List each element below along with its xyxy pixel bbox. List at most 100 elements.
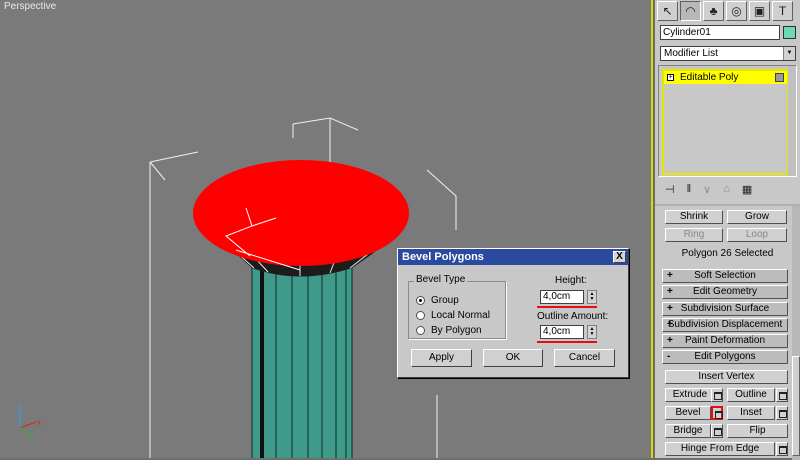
create-icon[interactable]: ↖ <box>657 1 678 21</box>
expand-icon: + <box>667 319 673 330</box>
modifier-list-label: Modifier List <box>664 48 718 59</box>
stack-item-editable-poly[interactable]: + Editable Poly <box>664 71 787 84</box>
modifier-list-dropdown[interactable]: Modifier List ▼ <box>660 46 796 61</box>
bevel-button[interactable]: Bevel <box>665 406 711 420</box>
flip-button[interactable]: Flip <box>727 424 788 438</box>
svg-text:z: z <box>17 402 21 411</box>
ok-button[interactable]: OK <box>483 349 543 367</box>
scrollbar-thumb[interactable] <box>792 356 800 456</box>
svg-text:x: x <box>37 418 41 427</box>
toggle-icon[interactable] <box>775 73 784 82</box>
hinge-from-edge-button[interactable]: Hinge From Edge <box>665 442 775 456</box>
radio-group-label: Group <box>431 295 459 306</box>
outline-button[interactable]: Outline <box>727 388 775 402</box>
svg-text:y: y <box>30 433 34 442</box>
command-panel: ↖ ◠ ♣ ◎ ▣ T Cylinder01 Modifier List ▼ +… <box>655 0 800 460</box>
outline-amount-label: Outline Amount: <box>537 311 609 322</box>
radio-local-normal[interactable]: Local Normal <box>416 310 490 321</box>
stack-toolbar: ⊣ ǁ ∨ ⌂ ▦ <box>655 178 800 200</box>
expand-icon: + <box>667 286 673 297</box>
rollout-edit-polygons[interactable]: - Edit Polygons <box>662 350 788 364</box>
display-icon[interactable]: ▣ <box>749 1 770 21</box>
rollout-edit-geometry[interactable]: + Edit Geometry <box>662 285 788 299</box>
shrink-button[interactable]: Shrink <box>665 210 723 224</box>
rollout-paint-deformation[interactable]: + Paint Deformation <box>662 334 788 348</box>
rollout-label: Edit Polygons <box>694 351 756 362</box>
scene-3d: z x y <box>17 117 457 458</box>
outline-underline <box>537 341 597 343</box>
cancel-button[interactable]: Cancel <box>554 349 615 367</box>
radio-local-normal-label: Local Normal <box>431 310 490 321</box>
ring-button[interactable]: Ring <box>665 228 723 242</box>
expand-icon: + <box>667 303 673 314</box>
rollout-label: Subdivision Surface <box>680 303 770 314</box>
radio-by-polygon-label: By Polygon <box>431 325 482 336</box>
collapse-icon: - <box>667 351 671 362</box>
radio-by-polygon[interactable]: By Polygon <box>416 325 482 336</box>
grow-button[interactable]: Grow <box>727 210 787 224</box>
expand-icon: + <box>667 270 673 281</box>
command-panel-tabs: ↖ ◠ ♣ ◎ ▣ T <box>655 0 800 22</box>
outline-amount-spinner[interactable]: 4,0cm ▲ ▼ <box>540 325 597 339</box>
radio-local-normal-icon[interactable] <box>416 311 425 320</box>
utilities-icon[interactable]: T <box>772 1 793 21</box>
height-label: Height: <box>555 275 587 286</box>
expand-icon[interactable]: + <box>667 74 674 81</box>
bevel-type-label: Bevel Type <box>414 274 468 285</box>
apply-button[interactable]: Apply <box>411 349 472 367</box>
modify-icon[interactable]: ◠ <box>680 1 701 21</box>
show-end-result-icon[interactable]: ǁ <box>687 183 692 195</box>
rollout-soft-selection[interactable]: + Soft Selection <box>662 269 788 283</box>
inset-settings-icon[interactable] <box>776 406 788 420</box>
dialog-title: Bevel Polygons <box>402 251 484 263</box>
rollout-label: Subdivision Displacement <box>667 319 783 330</box>
extrude-settings-icon[interactable] <box>711 388 723 402</box>
height-input[interactable]: 4,0cm <box>540 290 584 304</box>
object-name-field[interactable]: Cylinder01 <box>660 25 780 40</box>
bridge-settings-icon[interactable] <box>711 424 723 438</box>
selected-polygon[interactable] <box>193 160 409 266</box>
rollout-scrollbar[interactable] <box>792 206 800 460</box>
bevel-settings-icon[interactable] <box>711 406 723 420</box>
modifier-stack: + Editable Poly <box>658 65 797 177</box>
rollouts-area: Shrink Grow Ring Loop Polygon 26 Selecte… <box>655 204 800 460</box>
rollout-label: Edit Geometry <box>693 286 757 297</box>
hinge-settings-icon[interactable] <box>776 442 788 456</box>
close-button[interactable]: X <box>613 251 626 263</box>
loop-button[interactable]: Loop <box>727 228 787 242</box>
radio-group[interactable]: Group <box>416 295 459 306</box>
bridge-button[interactable]: Bridge <box>665 424 711 438</box>
bevel-polygons-dialog: Bevel Polygons X Bevel Type Group Local … <box>397 248 629 378</box>
stack-scrollbar[interactable] <box>788 66 796 176</box>
object-color-swatch[interactable] <box>783 26 796 39</box>
remove-modifier-icon[interactable]: ⌂ <box>723 183 730 195</box>
expand-icon: + <box>667 335 673 346</box>
motion-icon[interactable]: ◎ <box>726 1 747 21</box>
height-spinner-arrows[interactable]: ▲ ▼ <box>587 290 597 304</box>
radio-group-icon[interactable] <box>416 296 425 305</box>
height-underline <box>537 306 597 308</box>
make-unique-icon[interactable]: ∨ <box>703 183 711 196</box>
modifier-stack-list: + Editable Poly <box>662 69 789 175</box>
selection-status: Polygon 26 Selected <box>681 248 774 259</box>
rollout-label: Paint Deformation <box>684 335 766 346</box>
rollout-subdivision-surface[interactable]: + Subdivision Surface <box>662 302 788 316</box>
outline-amount-input[interactable]: 4,0cm <box>540 325 584 339</box>
inset-button[interactable]: Inset <box>727 406 775 420</box>
height-spinner[interactable]: 4,0cm ▲ ▼ <box>540 290 597 304</box>
stack-item-label: Editable Poly <box>680 72 739 83</box>
chevron-down-icon[interactable]: ▼ <box>783 47 795 60</box>
configure-modifier-sets-icon[interactable]: ▦ <box>742 183 752 196</box>
outline-settings-icon[interactable] <box>776 388 788 402</box>
pin-stack-icon[interactable]: ⊣ <box>665 183 675 196</box>
outline-spinner-arrows[interactable]: ▲ ▼ <box>587 325 597 339</box>
rollout-subdivision-displacement[interactable]: + Subdivision Displacement <box>662 318 788 332</box>
radio-by-polygon-icon[interactable] <box>416 326 425 335</box>
extrude-button[interactable]: Extrude <box>665 388 715 402</box>
cylinder-body <box>251 265 353 458</box>
hierarchy-icon[interactable]: ♣ <box>703 1 724 21</box>
perspective-viewport[interactable]: Perspective z x y <box>0 0 653 458</box>
rollout-label: Soft Selection <box>694 270 756 281</box>
insert-vertex-button[interactable]: Insert Vertex <box>665 370 788 384</box>
dialog-title-bar[interactable]: Bevel Polygons X <box>398 249 628 265</box>
